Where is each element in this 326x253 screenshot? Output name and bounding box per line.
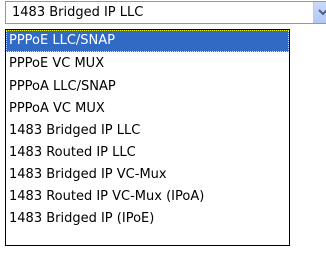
chevron-down-icon <box>318 9 326 16</box>
option-pppoe-vc-mux[interactable]: PPPoE VC MUX <box>6 53 289 75</box>
option-1483-bridged-ip-llc[interactable]: 1483 Bridged IP LLC <box>6 120 289 142</box>
option-1483-bridged-ip-ipoe[interactable]: 1483 Bridged IP (IPoE) <box>6 208 289 230</box>
option-1483-bridged-ip-vc-mux[interactable]: 1483 Bridged IP VC-Mux <box>6 164 289 186</box>
option-1483-routed-ip-vc-mux-ipoa[interactable]: 1483 Routed IP VC-Mux (IPoA) <box>6 186 289 208</box>
encapsulation-select-widget: 1483 Bridged IP LLC PPPoE LLC/SNAP PPPoE… <box>0 0 326 253</box>
option-pppoe-llc-snap[interactable]: PPPoE LLC/SNAP <box>6 30 289 52</box>
option-pppoa-vc-mux[interactable]: PPPoA VC MUX <box>6 98 289 120</box>
option-1483-routed-ip-llc[interactable]: 1483 Routed IP LLC <box>6 142 289 164</box>
encapsulation-select[interactable]: 1483 Bridged IP LLC <box>5 1 326 24</box>
option-pppoa-llc-snap[interactable]: PPPoA LLC/SNAP <box>6 76 289 98</box>
dropdown-list: PPPoE LLC/SNAP PPPoE VC MUX PPPoA LLC/SN… <box>5 29 290 246</box>
select-current-value: 1483 Bridged IP LLC <box>12 5 144 20</box>
dropdown-arrow-button[interactable] <box>313 2 326 23</box>
